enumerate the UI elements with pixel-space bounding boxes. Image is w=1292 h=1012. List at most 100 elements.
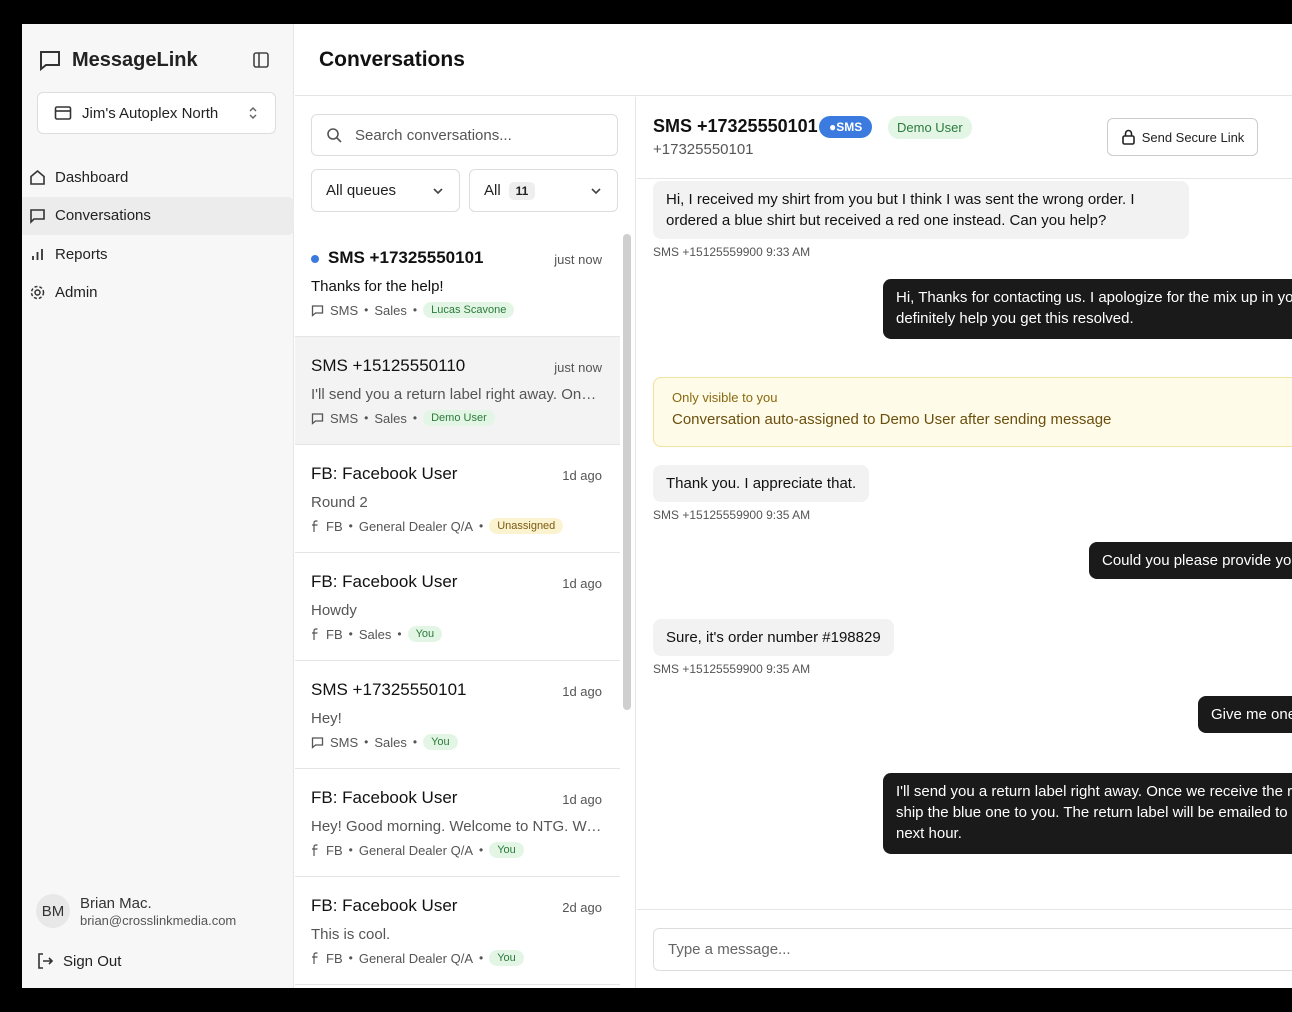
app-name: MessageLink <box>72 48 198 71</box>
store-selector[interactable]: Jim's Autoplex North <box>37 92 276 134</box>
user-profile[interactable]: BM Brian Mac. brian@crosslinkmedia.com <box>36 894 236 928</box>
search-input[interactable] <box>355 126 595 144</box>
chat-panel: SMS +17325550101 ●SMS Demo User +1732555… <box>637 97 1292 988</box>
sidebar-toggle-icon[interactable] <box>252 51 270 69</box>
conversation-item[interactable]: FB: Facebook User 2d ago This is cool. F… <box>295 877 620 985</box>
conversation-item[interactable]: SMS +17325550101 1d ago Hey! SMS • Sales… <box>295 661 620 769</box>
message-line: definitely help you get this resolved. <box>896 310 1134 327</box>
separator-dot: • <box>479 519 484 533</box>
conversation-meta: FB • General Dealer Q/A • You <box>311 950 524 966</box>
page-title: Conversations <box>319 48 465 71</box>
channel-label: FB <box>326 518 343 534</box>
message-line: Sure, it's order number #198829 <box>666 629 881 646</box>
send-secure-link-button[interactable]: Send Secure Link <box>1107 118 1258 156</box>
outgoing-message: Give me one <box>1198 696 1292 733</box>
separator-dot: • <box>364 411 369 425</box>
conversation-item[interactable]: FB: Facebook User 1d ago Round 2 FB • Ge… <box>295 445 620 553</box>
separator-dot: • <box>348 951 353 965</box>
separator-dot: • <box>348 519 353 533</box>
queue-label: General Dealer Q/A <box>358 950 473 966</box>
facebook-icon <box>312 519 318 532</box>
sign-out-label: Sign Out <box>63 952 122 970</box>
incoming-message: Sure, it's order number #198829 <box>653 619 894 656</box>
message-line: I'll send you a return label right away.… <box>896 783 1292 800</box>
queue-label: Sales <box>374 734 407 750</box>
device-frame-bottom <box>0 988 1292 1012</box>
chat-icon <box>311 736 324 749</box>
separator-dot: • <box>397 627 402 641</box>
queue-filter[interactable]: All queues <box>311 169 460 212</box>
conversation-time: 1d ago <box>562 792 602 807</box>
outgoing-message: Hi, Thanks for contacting us. I apologiz… <box>883 279 1292 339</box>
separator-dot: • <box>412 411 418 425</box>
conversation-list-panel: All queues All 11 SMS +17325550101 just … <box>295 97 636 988</box>
unread-indicator <box>311 255 319 263</box>
assignee-badge: Lucas Scavone <box>423 302 515 318</box>
conversation-item[interactable]: FB: Facebook User 1d ago Hey! Good morni… <box>295 769 620 877</box>
queue-label: General Dealer Q/A <box>358 842 473 858</box>
conversation-meta: FB • General Dealer Q/A • Unassigned <box>311 518 564 534</box>
list-scrollbar[interactable] <box>623 234 631 710</box>
facebook-icon <box>312 627 318 640</box>
facebook-icon <box>312 951 318 964</box>
message-input[interactable] <box>653 928 1292 971</box>
conversation-meta: SMS • Sales • Demo User <box>311 410 495 426</box>
search-box[interactable] <box>311 114 618 156</box>
conversation-preview: This is cool. <box>311 926 391 943</box>
message-meta: SMS +15125559900 9:35 AM <box>653 508 811 522</box>
channel-badge: ●SMS <box>819 116 873 138</box>
nav-label: Conversations <box>55 207 151 224</box>
chat-icon <box>311 304 324 317</box>
conversation-title: FB: Facebook User <box>311 572 458 591</box>
conversation-meta: SMS • Sales • Lucas Scavone <box>311 302 515 318</box>
channel-badge-label: SMS <box>836 120 863 134</box>
channel-label: FB <box>326 842 343 858</box>
chevron-updown-icon <box>249 106 257 120</box>
conversation-meta: SMS • Sales • You <box>311 734 458 750</box>
message-meta: SMS +15125559900 9:33 AM <box>653 245 811 259</box>
nav-item-reports[interactable]: Reports <box>22 235 294 273</box>
main-nav: Dashboard Conversations Reports Admin <box>22 158 294 312</box>
message-line: Hi, Thanks for contacting us. I apologiz… <box>896 289 1292 306</box>
conversation-time: 1d ago <box>562 576 602 591</box>
status-filter[interactable]: All 11 <box>469 169 618 212</box>
gear-icon <box>30 285 45 300</box>
facebook-icon <box>312 843 318 856</box>
separator-dot: • <box>479 843 484 857</box>
assignee-badge: Unassigned <box>489 518 564 534</box>
conversation-title: SMS +15125550110 <box>311 356 466 375</box>
assignee-badge: Demo User <box>423 410 495 426</box>
chat-subtitle: +17325550101 <box>653 141 754 158</box>
conversation-time: just now <box>554 252 602 267</box>
queue-label: General Dealer Q/A <box>358 518 473 534</box>
chevron-down-icon <box>433 188 443 195</box>
nav-item-conversations[interactable]: Conversations <box>22 196 294 235</box>
conversation-item[interactable]: SMS +17325550101 just now Thanks for the… <box>295 229 620 337</box>
send-secure-link-label: Send Secure Link <box>1141 129 1245 145</box>
conversation-preview: Round 2 <box>311 494 368 511</box>
outgoing-message: Could you please provide yo <box>1089 542 1292 579</box>
queue-label: Sales <box>374 410 407 426</box>
queue-label: Sales <box>358 626 392 642</box>
user-name: Brian Mac. <box>80 894 152 912</box>
conversation-item[interactable]: SMS +15125550110 just now I'll send you … <box>295 337 620 445</box>
note-label: Only visible to you <box>672 390 778 405</box>
nav-item-admin[interactable]: Admin <box>22 274 294 312</box>
chevron-down-icon <box>591 188 601 195</box>
channel-label: SMS <box>330 302 359 318</box>
conversation-title: FB: Facebook User <box>311 896 458 915</box>
main-header: Conversations <box>295 24 1292 96</box>
nav-label: Admin <box>55 284 98 301</box>
assignee-badge: You <box>489 842 524 858</box>
conversation-item[interactable]: FB: Facebook User 1d ago Howdy FB • Sale… <box>295 553 620 661</box>
message-line: Give me one <box>1211 706 1292 723</box>
channel-label: FB <box>326 950 343 966</box>
sign-out-button[interactable]: Sign Out <box>36 952 121 970</box>
internal-note: Only visible to you Conversation auto-as… <box>653 377 1292 447</box>
conversation-title: FB: Facebook User <box>311 788 458 807</box>
nav-item-dashboard[interactable]: Dashboard <box>22 158 294 196</box>
separator-dot: • <box>364 303 369 317</box>
logout-icon <box>38 953 54 969</box>
conversation-preview: Hey! Good morning. Welcome to NTG. We're… <box>311 818 603 835</box>
chat-header: SMS +17325550101 ●SMS Demo User +1732555… <box>637 97 1292 179</box>
